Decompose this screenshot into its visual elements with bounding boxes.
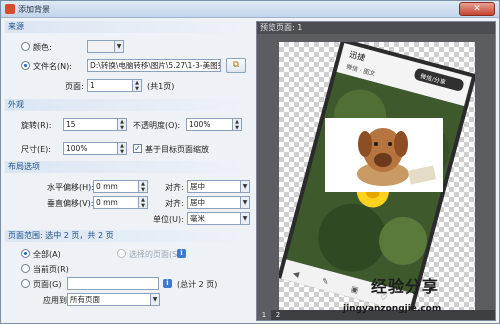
rotate-field[interactable]: 15 — [63, 118, 118, 131]
unit-label: 单位(U): — [153, 215, 184, 224]
page-spinner[interactable]: ▲ ▼ — [133, 79, 142, 92]
size-field[interactable]: 100% — [63, 142, 118, 155]
opacity-spinner[interactable]: ▲ ▼ — [233, 118, 242, 131]
relative-scale-label: 基于目标页面缩放 — [145, 145, 209, 154]
color-dropdown-arrow[interactable]: ▼ — [115, 40, 124, 53]
info-icon[interactable]: i — [177, 249, 186, 258]
page-range-radio[interactable] — [21, 279, 30, 288]
size-spinner[interactable]: ▲ ▼ — [118, 142, 127, 155]
v-offset-label: 垂直偏移(V): — [47, 199, 94, 208]
preview-title: 预览页面: 1 — [257, 22, 495, 34]
file-label: 文件名(N): — [33, 62, 72, 71]
h-offset-label: 水平偏移(H): — [47, 183, 94, 192]
page-tab-2[interactable]: 2 — [271, 310, 285, 320]
add-background-dialog: 添加背景 ✕ 来源 颜色: ▼ 文件名(N): D:\转换\电脑转移\图片\5.… — [0, 0, 500, 324]
selected-pages-label: 选择的页面(S) — [129, 250, 181, 259]
close-button[interactable]: ✕ — [459, 2, 495, 16]
v-offset-field[interactable]: 0 mm — [93, 196, 139, 209]
h-offset-field[interactable]: 0 mm — [93, 180, 139, 193]
page-total: (共1页) — [147, 82, 175, 91]
settings-panel: 来源 颜色: ▼ 文件名(N): D:\转换\电脑转移\图片\5.27\1-3-… — [5, 21, 252, 321]
color-swatch[interactable] — [87, 40, 115, 53]
page-tab-1[interactable]: 1 — [257, 310, 271, 320]
opacity-field[interactable]: 100% — [186, 118, 233, 131]
page-field[interactable]: 1 — [87, 79, 133, 92]
file-path-field[interactable]: D:\转换\电脑转移\图片\5.27\1-3-美图秀秀 — [87, 59, 221, 72]
align-h-select[interactable]: 居中 — [187, 180, 241, 193]
page-range-field[interactable] — [67, 277, 159, 290]
all-pages-label: 全部(A) — [33, 250, 61, 259]
rotate-label: 旋转(R): — [21, 121, 52, 130]
h-offset-spinner[interactable]: ▲ ▼ — [139, 180, 148, 193]
all-pages-radio[interactable] — [21, 249, 30, 258]
file-radio[interactable] — [21, 61, 30, 70]
window-title: 添加背景 — [18, 5, 50, 14]
watermark-url: jingyanzongjie.com — [343, 304, 442, 314]
apply-to-select[interactable]: 所有页面 — [67, 293, 151, 306]
page-range-section-title: 页面范围: 选中 2 页，共 2 页 — [5, 230, 250, 242]
color-label: 颜色: — [33, 43, 52, 52]
unit-select[interactable]: 毫米 — [187, 212, 241, 225]
unit-dropdown-arrow[interactable]: ▼ — [241, 212, 250, 225]
apply-to-dropdown-arrow[interactable]: ▼ — [151, 293, 160, 306]
align-h-label: 对齐: — [165, 183, 184, 192]
relative-scale-checkbox[interactable]: ✓ — [133, 144, 142, 153]
page-label: 页面: — [65, 82, 84, 91]
browse-icon: ⧉ — [232, 60, 240, 70]
current-page-radio[interactable] — [21, 264, 30, 273]
rotate-spinner[interactable]: ▲ ▼ — [118, 118, 127, 131]
app-icon — [5, 4, 15, 14]
title-bar: 添加背景 ✕ — [1, 1, 499, 18]
v-offset-spinner[interactable]: ▲ ▼ — [139, 196, 148, 209]
color-radio[interactable] — [21, 42, 30, 51]
page-range-label: 页面(G) — [33, 280, 62, 289]
watermark-text: 经验分享 — [371, 277, 440, 296]
current-page-label: 当前页(R) — [33, 265, 69, 274]
align-v-label: 对齐: — [165, 199, 184, 208]
selected-pages-radio[interactable] — [117, 249, 126, 258]
page-range-info-icon[interactable]: i — [163, 279, 172, 288]
browse-file-button[interactable]: ⧉ — [226, 58, 246, 73]
preview-image: 迅捷 微信 · 图文 微信/分享 ◀ ✎ ▣ ♡ — [279, 42, 475, 310]
align-v-dropdown-arrow[interactable]: ▼ — [241, 196, 250, 209]
layout-section-title: 布局选项 — [5, 161, 250, 173]
opacity-label: 不透明度(O): — [133, 121, 181, 130]
page-range-total: (总计 2 页) — [177, 280, 218, 289]
preview-canvas: 迅捷 微信 · 图文 微信/分享 ◀ ✎ ▣ ♡ — [279, 42, 475, 310]
size-label: 尺寸(E): — [21, 145, 51, 154]
apply-to-label: 应用到: — [43, 296, 70, 305]
source-section-title: 来源 — [5, 21, 250, 33]
align-h-dropdown-arrow[interactable]: ▼ — [241, 180, 250, 193]
align-v-select[interactable]: 居中 — [187, 196, 241, 209]
appearance-section-title: 外观 — [5, 99, 250, 111]
